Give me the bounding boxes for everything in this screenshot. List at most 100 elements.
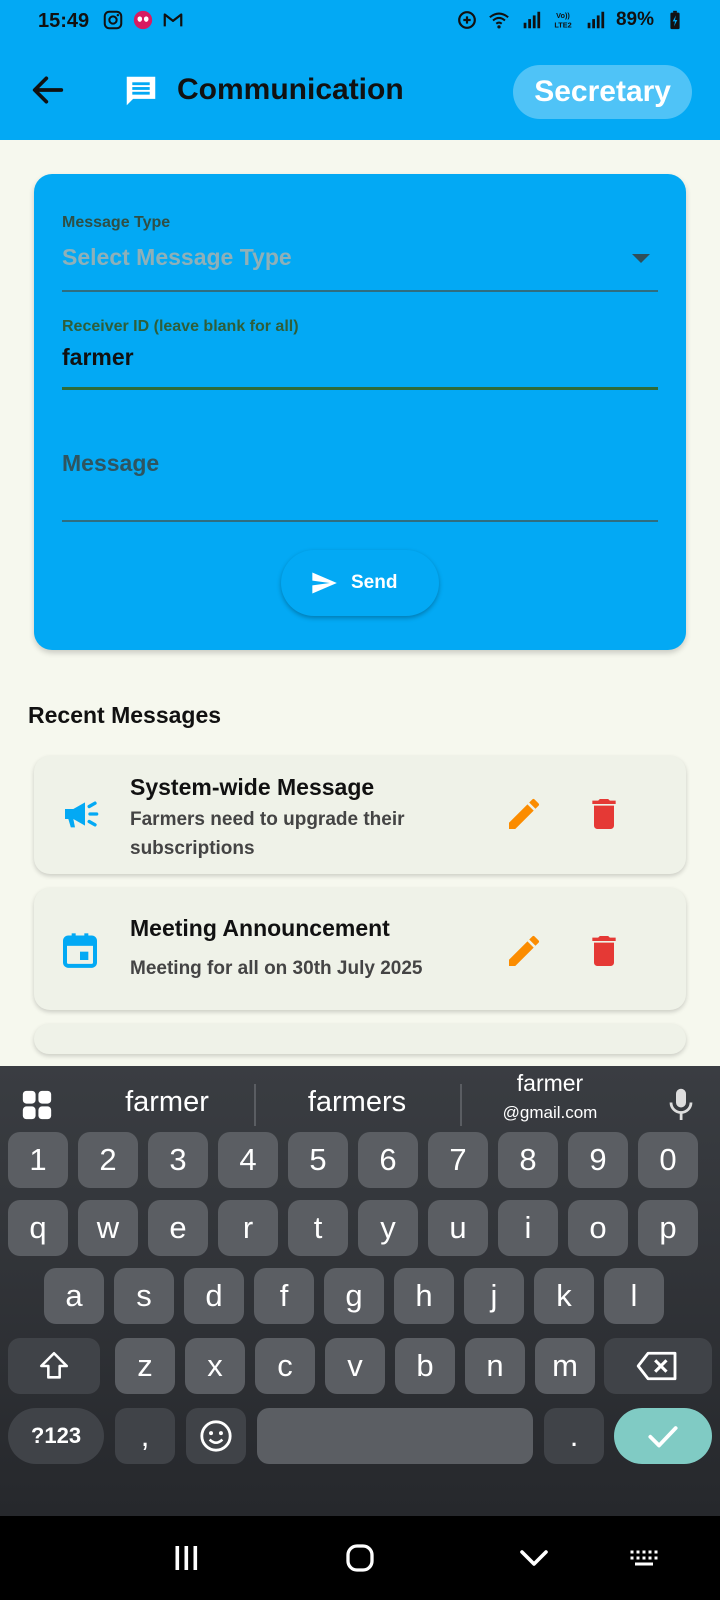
hide-keyboard-icon[interactable] bbox=[514, 1540, 554, 1576]
key-n[interactable]: n bbox=[465, 1338, 525, 1394]
key-p[interactable]: p bbox=[638, 1200, 698, 1256]
dropdown-arrow-icon[interactable] bbox=[632, 254, 650, 263]
key-w[interactable]: w bbox=[78, 1200, 138, 1256]
suggestion[interactable]: farmers bbox=[272, 1086, 442, 1119]
key-b[interactable]: b bbox=[395, 1338, 455, 1394]
key-8[interactable]: 8 bbox=[498, 1132, 558, 1188]
status-notification-icons bbox=[102, 9, 184, 31]
keyboard-switch-icon[interactable] bbox=[624, 1540, 664, 1576]
key-d[interactable]: d bbox=[184, 1268, 244, 1324]
message-field[interactable]: Message bbox=[62, 450, 159, 477]
megaphone-icon bbox=[65, 801, 99, 828]
chat-bubble-icon bbox=[126, 76, 156, 106]
key-5[interactable]: 5 bbox=[288, 1132, 348, 1188]
comma-key[interactable]: , bbox=[115, 1408, 175, 1464]
message-card[interactable]: Meeting Announcement Meeting for all on … bbox=[34, 888, 686, 1010]
suggestion-email-user: farmer bbox=[516, 1070, 584, 1096]
key-9[interactable]: 9 bbox=[568, 1132, 628, 1188]
message-type-underline bbox=[62, 290, 658, 292]
key-y[interactable]: y bbox=[358, 1200, 418, 1256]
key-3[interactable]: 3 bbox=[148, 1132, 208, 1188]
role-chip[interactable]: Secretary bbox=[513, 65, 692, 119]
battery-level: 89% bbox=[615, 9, 654, 30]
checkmark-icon bbox=[648, 1426, 678, 1448]
key-h[interactable]: h bbox=[394, 1268, 454, 1324]
message-underline bbox=[62, 520, 658, 522]
enter-key[interactable] bbox=[614, 1408, 712, 1464]
key-x[interactable]: x bbox=[185, 1338, 245, 1394]
svg-text:LTE2: LTE2 bbox=[554, 20, 571, 29]
message-card-partial[interactable] bbox=[34, 1024, 686, 1054]
volte-icon: Vo))LTE2 bbox=[554, 11, 571, 29]
back-arrow-icon[interactable] bbox=[28, 70, 68, 110]
message-type-label: Message Type bbox=[62, 214, 171, 231]
send-icon bbox=[312, 572, 337, 594]
system-nav-bar bbox=[0, 1516, 720, 1600]
calendar-icon bbox=[63, 933, 97, 968]
key-r[interactable]: r bbox=[218, 1200, 278, 1256]
wifi-icon bbox=[489, 12, 509, 29]
receiver-id-field[interactable]: farmer bbox=[62, 344, 134, 371]
message-card[interactable]: System-wide Message Farmers need to upgr… bbox=[34, 756, 686, 874]
period-key[interactable]: . bbox=[544, 1408, 604, 1464]
key-a[interactable]: a bbox=[44, 1268, 104, 1324]
key-z[interactable]: z bbox=[115, 1338, 175, 1394]
key-7[interactable]: 7 bbox=[428, 1132, 488, 1188]
home-icon[interactable] bbox=[340, 1540, 380, 1576]
emoji-icon bbox=[200, 1420, 232, 1452]
microphone-icon[interactable] bbox=[666, 1086, 696, 1124]
send-button[interactable]: Send bbox=[281, 550, 439, 616]
key-1[interactable]: 1 bbox=[8, 1132, 68, 1188]
key-s[interactable]: s bbox=[114, 1268, 174, 1324]
key-e[interactable]: e bbox=[148, 1200, 208, 1256]
suggestion-email[interactable]: farmer @gmail.com bbox=[470, 1070, 630, 1123]
app-bar: Communication Secretary bbox=[0, 60, 720, 124]
suggestion-divider bbox=[254, 1084, 256, 1126]
shift-key[interactable] bbox=[8, 1338, 100, 1394]
message-body: Farmers need to upgrade their subscripti… bbox=[130, 809, 405, 859]
backspace-icon bbox=[636, 1351, 677, 1381]
suggestion[interactable]: farmer bbox=[82, 1086, 252, 1119]
edit-pencil-icon[interactable] bbox=[504, 931, 544, 971]
soft-keyboard: farmer farmers farmer @gmail.com 12345678… bbox=[0, 1066, 720, 1516]
message-title: System-wide Message bbox=[130, 774, 375, 800]
svg-text:Vo)): Vo)) bbox=[556, 11, 570, 20]
apps-grid-icon[interactable] bbox=[20, 1088, 54, 1122]
key-f[interactable]: f bbox=[254, 1268, 314, 1324]
key-q[interactable]: q bbox=[8, 1200, 68, 1256]
recent-apps-icon[interactable] bbox=[166, 1540, 206, 1576]
key-u[interactable]: u bbox=[428, 1200, 488, 1256]
recent-messages-heading: Recent Messages bbox=[28, 702, 222, 728]
backspace-key[interactable] bbox=[604, 1338, 712, 1394]
key-g[interactable]: g bbox=[324, 1268, 384, 1324]
status-system-icons: Vo)) LTE2 89% bbox=[456, 9, 686, 31]
space-key[interactable] bbox=[257, 1408, 533, 1464]
key-i[interactable]: i bbox=[498, 1200, 558, 1256]
battery-charging-icon bbox=[670, 10, 680, 30]
key-4[interactable]: 4 bbox=[218, 1132, 278, 1188]
key-6[interactable]: 6 bbox=[358, 1132, 418, 1188]
delete-trash-icon[interactable] bbox=[584, 931, 624, 971]
status-bar: 15:49 Vo)) LTE2 89% bbox=[0, 0, 720, 44]
key-0[interactable]: 0 bbox=[638, 1132, 698, 1188]
key-t[interactable]: t bbox=[288, 1200, 348, 1256]
key-m[interactable]: m bbox=[535, 1338, 595, 1394]
key-c[interactable]: c bbox=[255, 1338, 315, 1394]
key-o[interactable]: o bbox=[568, 1200, 628, 1256]
delete-trash-icon[interactable] bbox=[584, 794, 624, 834]
send-label: Send bbox=[351, 572, 398, 593]
key-2[interactable]: 2 bbox=[78, 1132, 138, 1188]
edit-pencil-icon[interactable] bbox=[504, 794, 544, 834]
page-title: Communication bbox=[177, 73, 404, 106]
spider-app-icon bbox=[133, 10, 153, 30]
key-j[interactable]: j bbox=[464, 1268, 524, 1324]
receiver-id-underline bbox=[62, 387, 658, 390]
key-v[interactable]: v bbox=[325, 1338, 385, 1394]
message-type-dropdown[interactable]: Select Message Type bbox=[62, 244, 292, 271]
key-l[interactable]: l bbox=[604, 1268, 664, 1324]
key-k[interactable]: k bbox=[534, 1268, 594, 1324]
symbols-key[interactable]: ?123 bbox=[8, 1408, 104, 1464]
compose-form-card: Message Type Select Message Type Receive… bbox=[34, 174, 686, 650]
gmail-icon bbox=[163, 13, 183, 27]
emoji-key[interactable] bbox=[186, 1408, 246, 1464]
